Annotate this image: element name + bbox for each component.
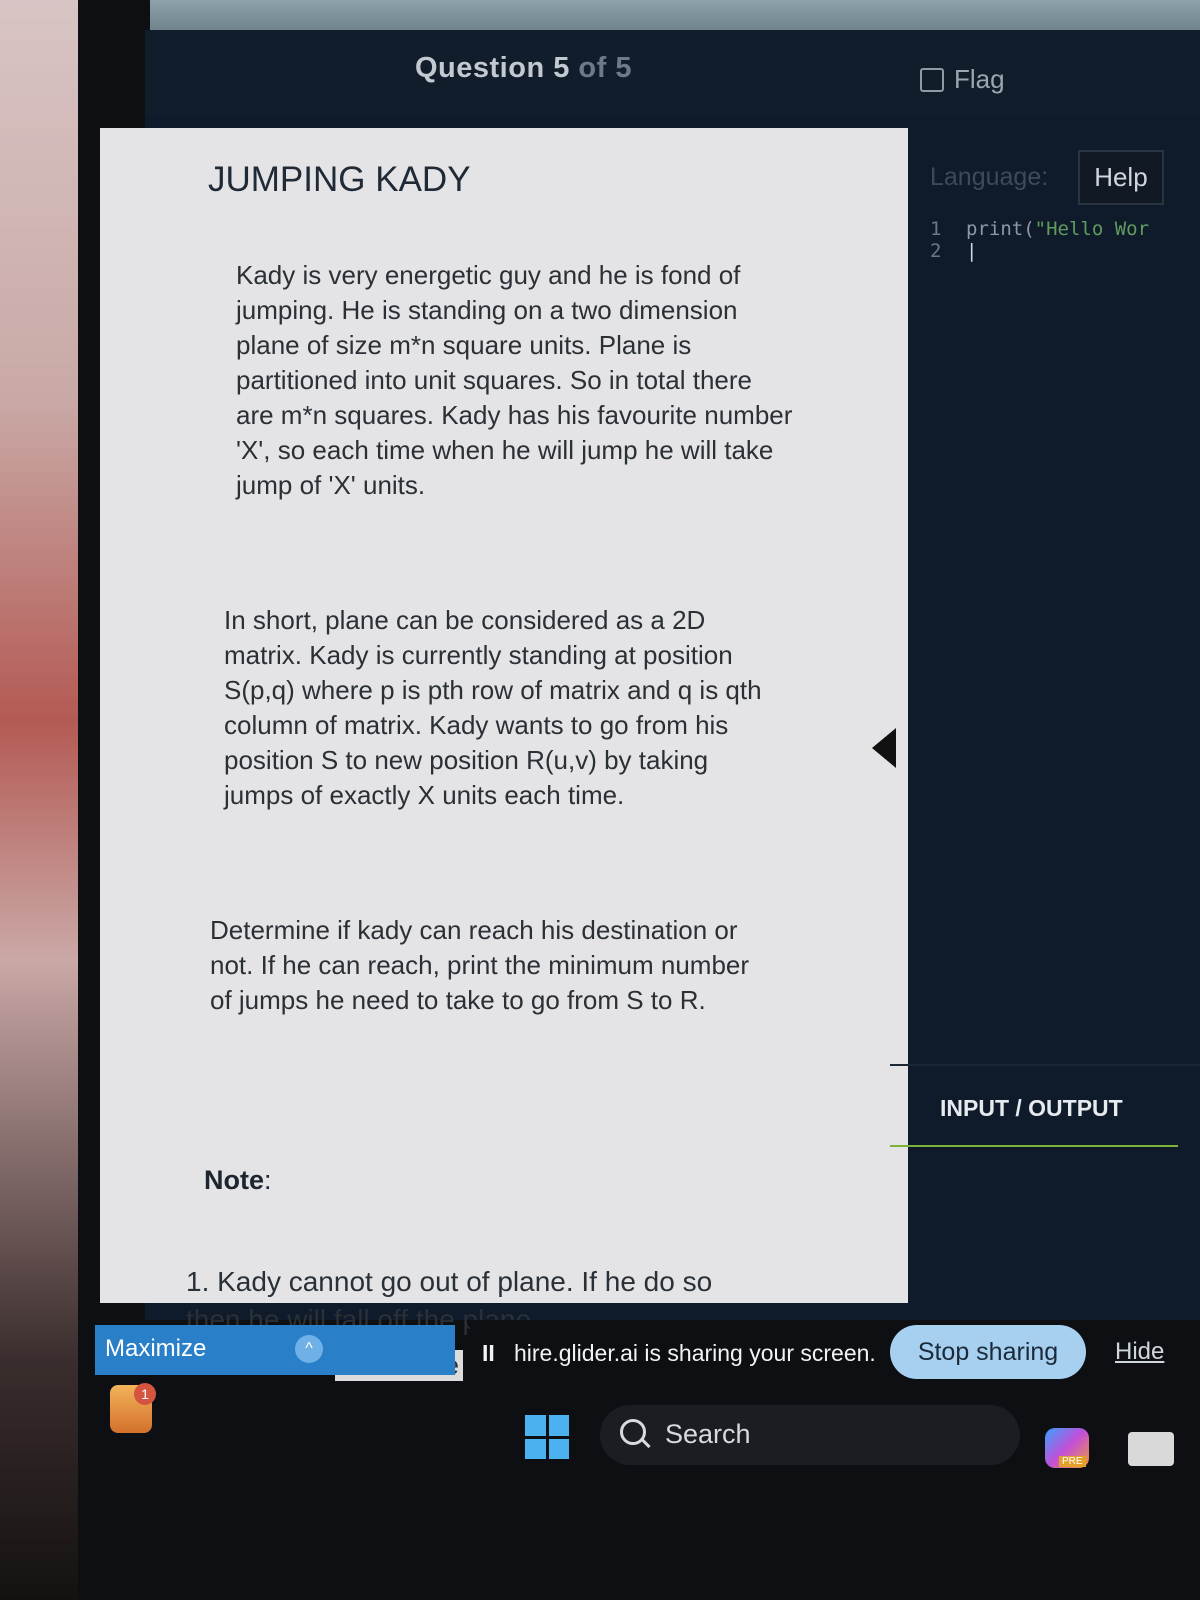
pause-icon: II <box>482 1340 495 1366</box>
code-keyword: print( <box>966 218 1035 240</box>
io-tab[interactable]: INPUT / OUTPUT <box>940 1095 1123 1122</box>
line-number: 2 <box>930 240 942 262</box>
question-header <box>145 30 1200 115</box>
chevron-up-icon[interactable]: ^ <box>295 1335 323 1363</box>
problem-title: JUMPING KADY <box>208 160 471 199</box>
windows-start-icon[interactable] <box>525 1415 569 1459</box>
maximize-bar[interactable]: Maximize ^ <box>95 1325 455 1375</box>
weather-widget-icon[interactable]: 1 <box>110 1383 156 1433</box>
sharing-message: hire.glider.ai is sharing your screen. <box>514 1340 876 1366</box>
note-colon: : <box>264 1165 272 1195</box>
hide-link[interactable]: Hide <box>1115 1338 1164 1366</box>
problem-paragraph-2: In short, plane can be considered as a 2… <box>224 605 762 810</box>
note-label: Note <box>204 1165 264 1195</box>
taskbar-app-icon[interactable] <box>1128 1432 1174 1466</box>
note-heading: Note: <box>204 1165 272 1196</box>
collapse-panel-arrow-icon[interactable] <box>872 728 896 768</box>
io-tab-underline <box>890 1145 1178 1147</box>
copilot-badge: PRE <box>1059 1456 1086 1467</box>
code-line-2: 2 | <box>930 240 1149 262</box>
search-label: Search <box>665 1419 751 1449</box>
help-button[interactable]: Help <box>1078 150 1164 205</box>
flag-label: Flag <box>954 64 1005 94</box>
problem-paragraph-3: Determine if kady can reach his destinat… <box>210 915 750 1015</box>
screen-share-bar: II hire.glider.ai is sharing your screen… <box>470 1320 1200 1390</box>
language-label[interactable]: Language: <box>930 163 1048 192</box>
io-divider <box>890 1064 1200 1066</box>
code-editor[interactable]: 1 print("Hello Wor 2 | <box>930 218 1149 262</box>
copilot-icon[interactable]: PRE <box>1045 1428 1089 1468</box>
code-line-1: 1 print("Hello Wor <box>930 218 1149 240</box>
line-number: 1 <box>930 218 942 240</box>
notification-badge: 1 <box>134 1383 156 1405</box>
code-string: "Hello Wor <box>1034 218 1150 240</box>
taskbar-search[interactable]: Search <box>600 1405 1020 1465</box>
question-counter: Question 5 of 5 <box>415 52 632 85</box>
question-number: Question 5 <box>415 52 570 84</box>
flag-checkbox[interactable] <box>920 67 944 92</box>
editor-toolbar: Language: Help <box>930 150 1164 205</box>
stop-sharing-button[interactable]: Stop sharing <box>890 1325 1086 1379</box>
maximize-label: Maximize <box>105 1335 207 1362</box>
flag-toggle[interactable]: Flag <box>920 64 1005 95</box>
search-icon <box>620 1419 646 1445</box>
problem-panel: JUMPING KADY Kady is very energetic guy … <box>100 128 908 1335</box>
problem-paragraph-1: Kady is very energetic guy and he is fon… <box>236 260 793 500</box>
text-cursor: | <box>966 240 978 262</box>
desk-background <box>0 0 78 1600</box>
browser-top-strip <box>150 0 1200 30</box>
question-total: of 5 <box>578 52 632 84</box>
